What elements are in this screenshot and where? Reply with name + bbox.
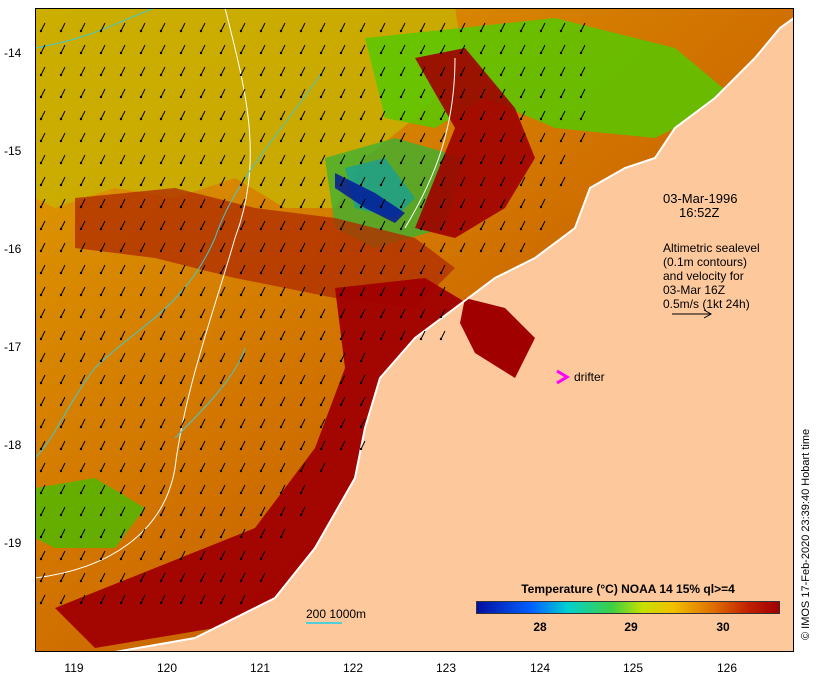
date-line2: 16:52Z <box>679 205 720 220</box>
velocity-scale-arrow <box>672 309 713 319</box>
sst-map <box>35 8 794 652</box>
date-line1: 03-Mar-1996 <box>663 191 738 206</box>
desc-line-1: (0.1m contours) <box>663 255 748 269</box>
lat-tick-label: -17 <box>4 340 22 354</box>
lon-tick-label: 120 <box>156 661 178 675</box>
drifter-label: drifter <box>574 370 605 384</box>
colorbar-tick-30: 30 <box>716 620 730 634</box>
lon-tick-label: 119 <box>64 661 84 675</box>
lon-tick-label: 123 <box>435 661 457 675</box>
date-text: 03-Mar-1996 16:52Z <box>663 192 737 220</box>
lon-tick-label: 126 <box>716 661 738 675</box>
desc-line-0: Altimetric sealevel <box>663 241 760 255</box>
lat-tick-label: -19 <box>4 536 22 550</box>
depth-scale-label: 200 1000m <box>306 607 367 621</box>
colorbar-title: Temperature (°C) NOAA 14 15% ql>=4 <box>521 582 735 596</box>
lat-tick-label: -14 <box>4 46 22 60</box>
lat-tick-label: -18 <box>4 438 22 452</box>
credit-text: © IMOS 17-Feb-2020 23:39:40 Hobart time <box>800 428 812 640</box>
lon-tick-label: 121 <box>249 661 271 675</box>
drifter-icon <box>556 369 570 385</box>
lon-tick-label: 124 <box>529 661 551 675</box>
desc-line-3: 03-Mar 16Z <box>663 283 726 297</box>
lat-tick-label: -15 <box>4 144 22 158</box>
lat-tick-label: -16 <box>4 242 22 256</box>
depth-scale-line <box>306 622 342 624</box>
colorbar-tick-29: 29 <box>624 620 638 634</box>
lon-tick-label: 122 <box>342 661 364 675</box>
colorbar <box>476 601 780 614</box>
description-text: Altimetric sealevel (0.1m contours) and … <box>663 241 760 311</box>
desc-line-2: and velocity for <box>663 269 744 283</box>
colorbar-tick-28: 28 <box>533 620 547 634</box>
lon-tick-label: 125 <box>622 661 644 675</box>
